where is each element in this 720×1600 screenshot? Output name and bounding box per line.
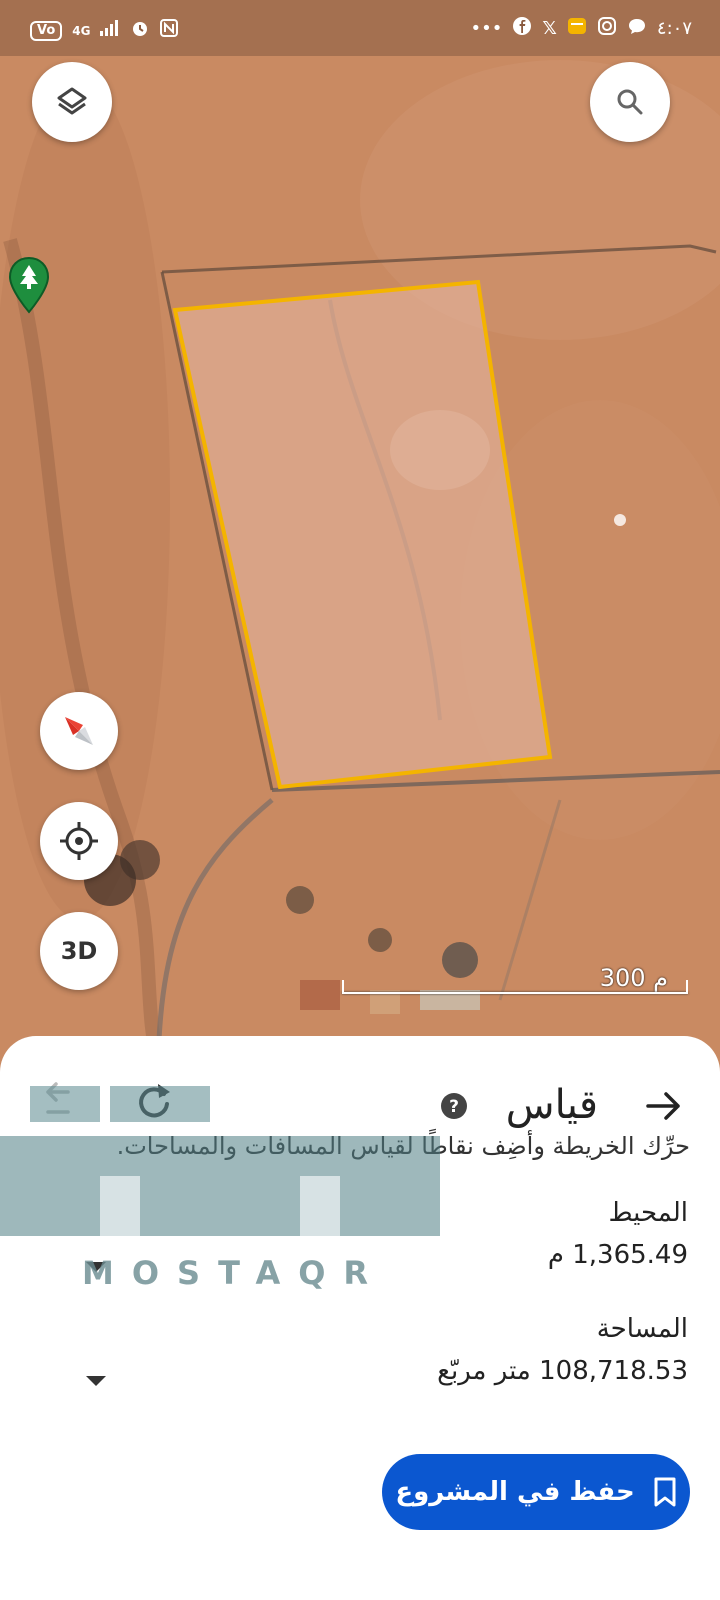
compass-icon <box>65 717 93 745</box>
chat-bubble-icon <box>627 16 647 41</box>
layers-button[interactable] <box>32 62 112 142</box>
status-right: ••• 𝕏 ٤:٠٧ <box>471 16 692 41</box>
map-view[interactable]: Vo 4G ••• 𝕏 ٤:٠٧ 3D 300 م <box>0 0 720 1070</box>
svg-text:?: ? <box>449 1097 459 1117</box>
status-left: Vo 4G <box>30 18 179 43</box>
search-button[interactable] <box>590 62 670 142</box>
sheet-title: قياس <box>505 1082 598 1128</box>
bookmark-icon <box>654 1477 676 1507</box>
clock-time: ٤:٠٧ <box>656 18 692 39</box>
my-location-button[interactable] <box>40 802 118 880</box>
compass-button[interactable] <box>40 692 118 770</box>
help-button[interactable]: ? <box>440 1092 468 1120</box>
save-to-project-button[interactable]: حفظ في المشروع <box>382 1454 690 1530</box>
map-scale: 300 م <box>342 960 688 1000</box>
vo-chip: Vo <box>30 20 63 41</box>
more-notifications-icon: ••• <box>470 18 503 39</box>
watermark-text: MOSTAQR <box>82 1254 387 1292</box>
alarm-icon <box>130 18 150 43</box>
perimeter-label: المحيط <box>608 1198 689 1228</box>
scale-label: 300 م <box>599 964 668 992</box>
instagram-icon <box>597 16 617 41</box>
area-label: المساحة <box>596 1314 688 1344</box>
tree-pin-icon[interactable] <box>8 256 50 314</box>
area-value: 108,718.53 متر مربّع <box>437 1356 688 1386</box>
network-label: 4G <box>72 23 91 38</box>
x-icon: 𝕏 <box>542 18 557 39</box>
search-icon <box>617 89 643 115</box>
back-button[interactable] <box>644 1086 684 1126</box>
scale-tick-left <box>342 980 344 994</box>
perimeter-value: 1,365.49 م <box>547 1240 688 1270</box>
facebook-icon <box>512 16 532 41</box>
signal-icon <box>100 20 120 41</box>
three-d-button[interactable]: 3D <box>40 912 118 990</box>
save-button-label: حفظ في المشروع <box>395 1477 635 1507</box>
my-location-icon <box>60 822 98 860</box>
scale-bar <box>342 992 688 994</box>
status-bar: Vo 4G ••• 𝕏 ٤:٠٧ <box>0 0 720 56</box>
layers-icon <box>57 87 87 115</box>
area-dropdown-caret[interactable] <box>86 1376 106 1386</box>
scale-tick-right <box>686 980 688 994</box>
message-app-icon <box>567 16 587 41</box>
satellite-map[interactable] <box>0 0 720 1070</box>
arrow-forward-icon <box>646 1092 680 1120</box>
help-icon: ? <box>441 1093 467 1119</box>
nfc-icon <box>160 19 179 42</box>
